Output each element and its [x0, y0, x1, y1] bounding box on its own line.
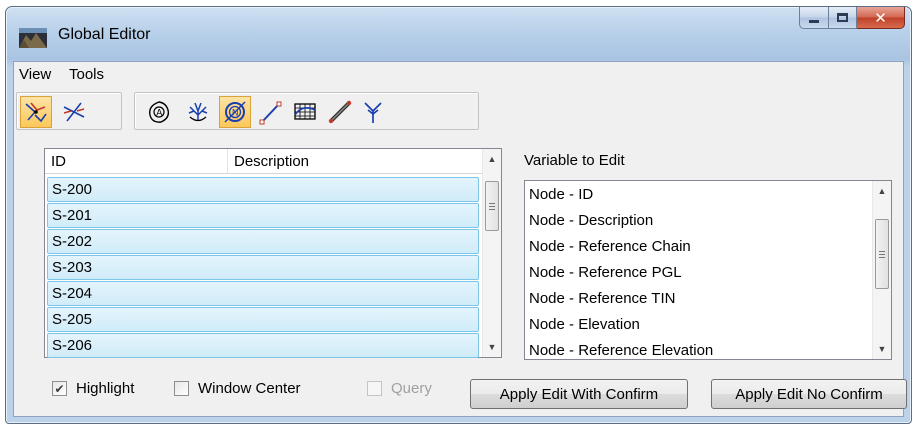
- svg-text:A: A: [156, 108, 162, 118]
- close-button[interactable]: ✕: [857, 7, 905, 29]
- column-header-description[interactable]: Description: [228, 149, 483, 174]
- variable-rows: Node - ID Node - Description Node - Refe…: [529, 183, 713, 365]
- window-title: Global Editor: [58, 26, 151, 43]
- window-center-checkbox[interactable]: Window Center: [174, 380, 301, 397]
- grip-icon: [489, 202, 495, 210]
- row-id: S-201: [52, 207, 93, 224]
- connect-lines-icon: [63, 102, 85, 122]
- row-id: S-202: [52, 233, 93, 250]
- node-list[interactable]: ID Description S-200 S-201 S-202 S-203 S…: [44, 148, 502, 358]
- highlight-label: Highlight: [76, 380, 135, 397]
- element-toolbar-group: A N: [134, 92, 479, 130]
- scroll-down-icon[interactable]: ▼: [873, 340, 891, 358]
- scroll-up-icon[interactable]: ▲: [873, 182, 891, 200]
- checkmark-icon: ✔: [54, 381, 65, 396]
- scroll-up-icon[interactable]: ▲: [483, 150, 501, 168]
- checkbox-box: [367, 381, 382, 396]
- row-id: S-206: [52, 337, 93, 354]
- close-icon: ✕: [874, 9, 887, 27]
- drainage-network-icon: [188, 102, 208, 122]
- variable-item[interactable]: Node - Reference Elevation: [529, 339, 713, 365]
- list-scrollbar[interactable]: ▲ ▼: [482, 149, 501, 357]
- list-header: ID Description: [45, 149, 483, 174]
- list-rows: S-200 S-201 S-202 S-203 S-204 S-205 S-20…: [47, 177, 479, 359]
- variable-item[interactable]: Node - Reference PGL: [529, 261, 713, 287]
- global-editor-window: Global Editor ✕ View Tools A ID Descript…: [5, 6, 912, 424]
- scroll-down-icon[interactable]: ▼: [483, 338, 501, 356]
- pipe-button[interactable]: [324, 96, 356, 128]
- window-controls: ✕: [799, 7, 905, 29]
- maximize-icon: [837, 13, 848, 22]
- row-id: S-204: [52, 285, 93, 302]
- checkbox-box[interactable]: ✔: [52, 381, 67, 396]
- checkbox-box[interactable]: [174, 381, 189, 396]
- minimize-button[interactable]: [799, 7, 829, 29]
- profile-button[interactable]: [289, 96, 321, 128]
- list-item[interactable]: S-206: [47, 333, 479, 358]
- client-area: View Tools A ID Description S-200 S-201 …: [13, 61, 907, 417]
- column-header-id[interactable]: ID: [45, 149, 228, 174]
- row-id: S-203: [52, 259, 93, 276]
- variable-scrollbar[interactable]: ▲ ▼: [872, 181, 891, 359]
- row-id: S-200: [52, 181, 93, 198]
- list-item[interactable]: S-203: [47, 255, 479, 280]
- grip-icon: [879, 250, 885, 258]
- variable-list[interactable]: Node - ID Node - Description Node - Refe…: [524, 180, 892, 360]
- highlight-checkbox[interactable]: ✔ Highlight: [52, 380, 134, 397]
- title-bar[interactable]: Global Editor ✕: [6, 7, 911, 61]
- apply-edit-no-confirm-button[interactable]: Apply Edit No Confirm: [711, 379, 907, 409]
- menu-tools[interactable]: Tools: [69, 66, 104, 83]
- node-icon: N: [224, 101, 246, 123]
- toolbar: A N: [14, 90, 903, 134]
- variable-item[interactable]: Node - Description: [529, 209, 713, 235]
- variable-item[interactable]: Node - Reference TIN: [529, 287, 713, 313]
- variable-item[interactable]: Node - Reference Chain: [529, 235, 713, 261]
- outfall-button[interactable]: [357, 96, 389, 128]
- list-item[interactable]: S-201: [47, 203, 479, 228]
- node-button[interactable]: N: [219, 96, 251, 128]
- apply-edit-with-confirm-button[interactable]: Apply Edit With Confirm: [470, 379, 688, 409]
- xing-select-button[interactable]: [20, 96, 52, 128]
- menu-view[interactable]: View: [19, 66, 51, 83]
- outfall-icon: [364, 102, 382, 123]
- query-label: Query: [391, 380, 432, 397]
- variable-item[interactable]: Node - ID: [529, 183, 713, 209]
- minimize-icon: [809, 19, 819, 23]
- scroll-thumb[interactable]: [875, 219, 889, 289]
- list-item[interactable]: S-205: [47, 307, 479, 332]
- alignment-node-icon: A: [149, 101, 170, 123]
- bottom-bar: ✔ Highlight Window Center Query Apply Ed…: [14, 372, 907, 412]
- link-icon: [259, 101, 282, 125]
- connect-lines-button[interactable]: [58, 96, 90, 128]
- list-item[interactable]: S-202: [47, 229, 479, 254]
- query-checkbox: Query: [367, 380, 432, 397]
- row-id: S-205: [52, 311, 93, 328]
- link-button[interactable]: [255, 96, 287, 128]
- list-item[interactable]: S-204: [47, 281, 479, 306]
- variable-item[interactable]: Node - Elevation: [529, 313, 713, 339]
- pipe-icon: [328, 100, 352, 124]
- xing-select-icon: [25, 102, 47, 123]
- list-item[interactable]: S-200: [47, 177, 479, 202]
- app-icon: [19, 28, 47, 48]
- maximize-button[interactable]: [829, 7, 857, 29]
- menu-bar: View Tools: [14, 62, 903, 86]
- alignment-node-button[interactable]: A: [143, 96, 175, 128]
- mode-toolbar-group: [16, 92, 122, 130]
- drainage-network-button[interactable]: [182, 96, 214, 128]
- variable-label: Variable to Edit: [524, 152, 625, 169]
- scroll-thumb[interactable]: [485, 181, 499, 231]
- window-center-label: Window Center: [198, 380, 301, 397]
- profile-icon: [294, 103, 316, 120]
